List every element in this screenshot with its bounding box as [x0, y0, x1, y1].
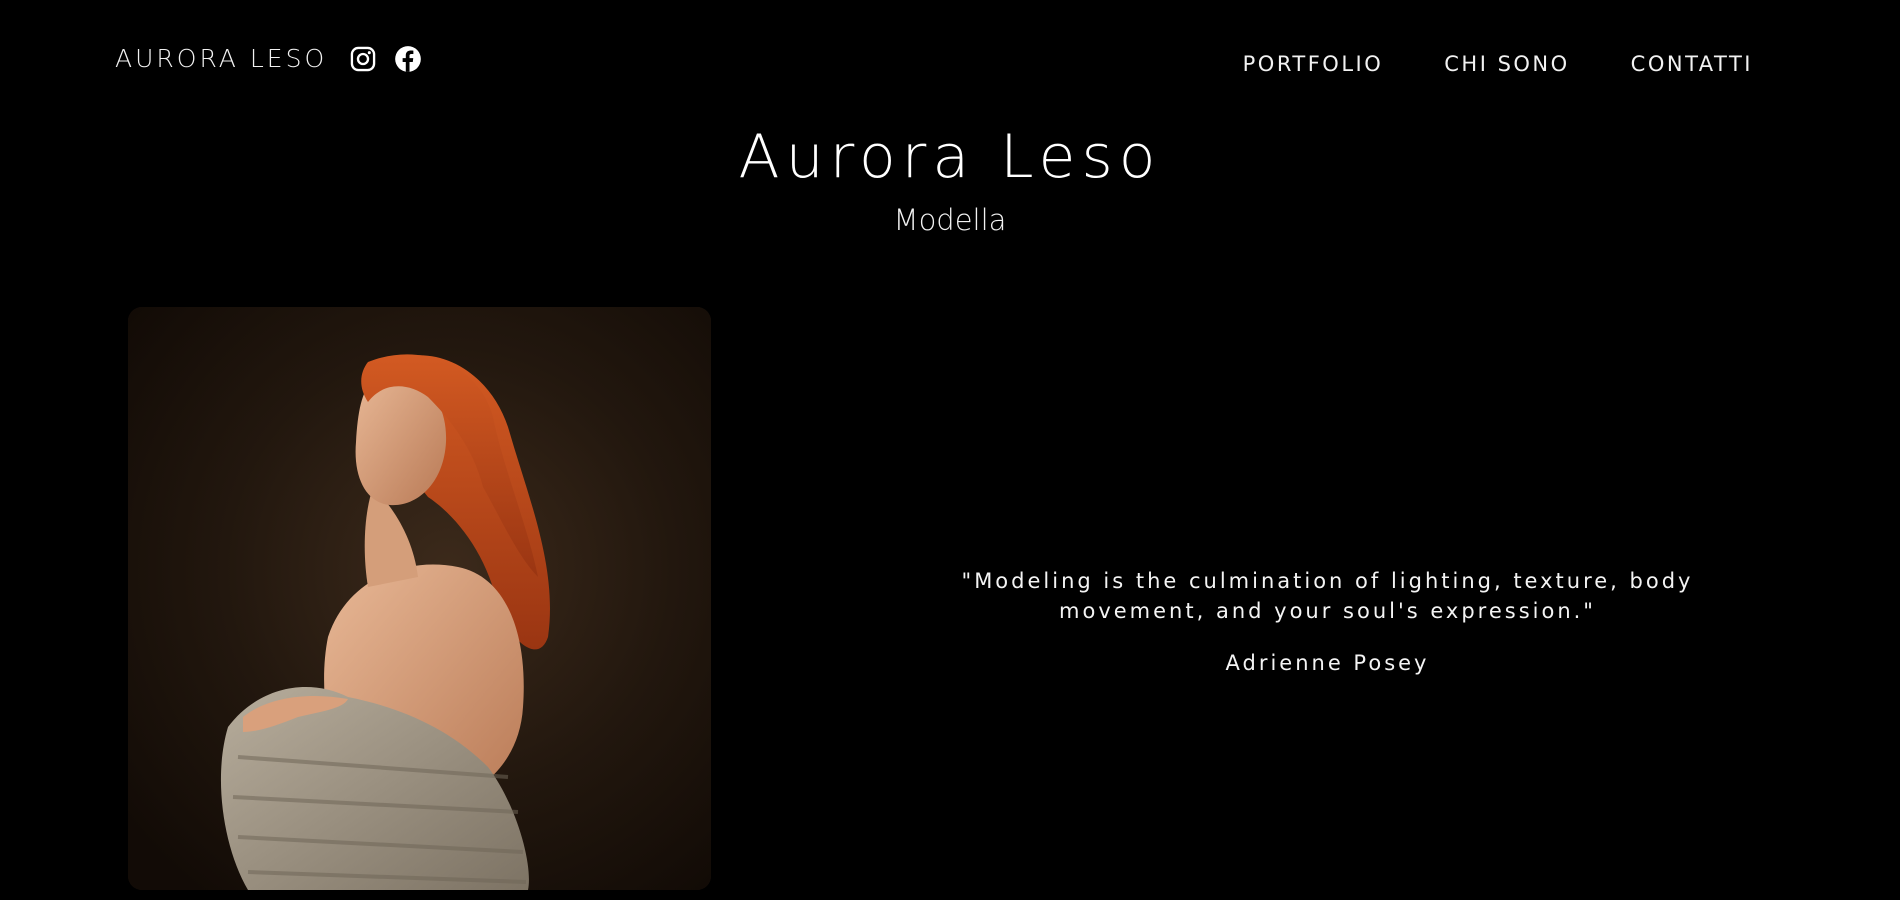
- social-links: [349, 45, 439, 73]
- instagram-link[interactable]: [349, 45, 377, 73]
- page: AURORA LESO PORTFOLIO CHI SONO CONTATTI: [0, 0, 1900, 900]
- nav-portfolio[interactable]: PORTFOLIO: [1243, 52, 1384, 76]
- portrait-illustration: [128, 307, 711, 890]
- quote-text: "Modeling is the culmination of lighting…: [961, 569, 1694, 623]
- page-title: Aurora Leso: [738, 122, 1162, 192]
- main-nav: PORTFOLIO CHI SONO CONTATTI: [1182, 52, 1753, 76]
- quote-author: Adrienne Posey: [1225, 651, 1430, 675]
- nav-chi-sono[interactable]: CHI SONO: [1444, 52, 1569, 76]
- portrait-photo: [128, 307, 711, 890]
- nav-contatti[interactable]: CONTATTI: [1631, 52, 1753, 76]
- brand-block: AURORA LESO: [115, 44, 439, 73]
- instagram-icon: [350, 46, 376, 71]
- page-subtitle: Modella: [893, 203, 1007, 237]
- brand-name[interactable]: AURORA LESO: [115, 44, 327, 73]
- facebook-link[interactable]: [394, 45, 422, 73]
- facebook-icon: [395, 45, 421, 72]
